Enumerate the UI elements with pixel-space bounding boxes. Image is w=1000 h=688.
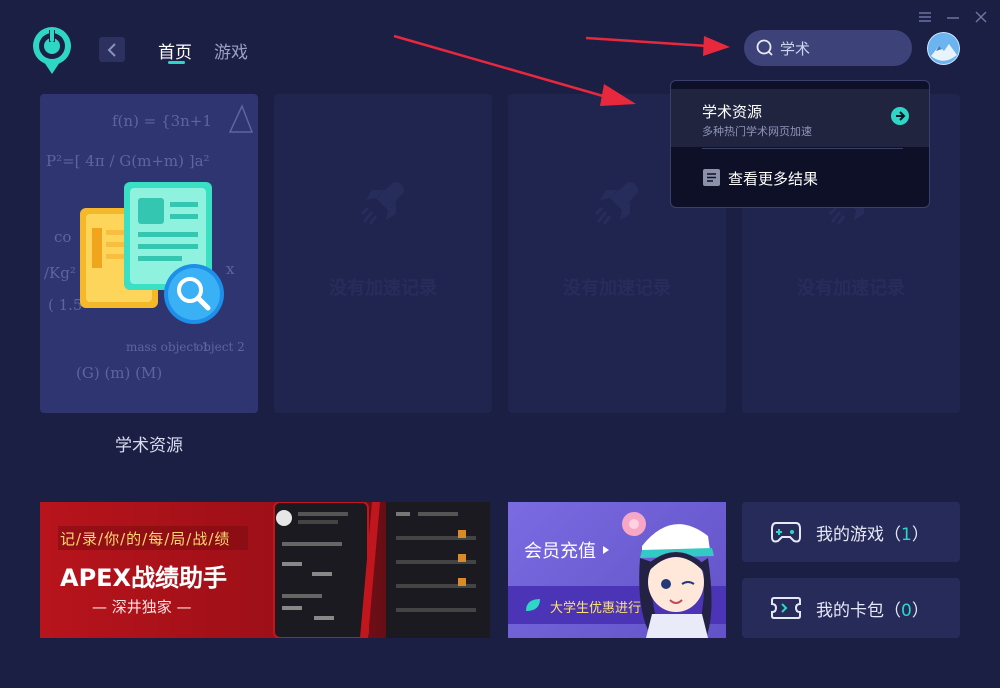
divider — [702, 148, 903, 149]
ticket-icon — [771, 597, 801, 619]
arrow-head-icon — [703, 36, 730, 56]
chalk-formula: f(n) = {3n+1 — [112, 112, 212, 130]
rocket-icon — [594, 182, 638, 225]
apex-subtitle: — 深井独家 — — [92, 598, 192, 616]
search-icon — [756, 39, 773, 56]
my-wallet-paren: ） — [911, 600, 929, 621]
back-button[interactable] — [99, 37, 125, 62]
vip-title: 会员充值 — [524, 541, 596, 562]
anime-character-illustration — [622, 512, 714, 638]
empty-record-text: 没有加速记录 — [329, 278, 437, 299]
my-games-paren: ） — [911, 524, 929, 545]
vip-recharge-banner[interactable]: 会员充值 大学生优惠进行中 — [508, 502, 726, 638]
app-logo — [30, 26, 74, 76]
my-wallet-button[interactable]: 我的卡包（0） — [742, 578, 960, 638]
phone-screens-illustration — [273, 502, 490, 638]
apex-banner[interactable]: 记/录/你/的/每/局/战/绩 APEX战绩助手 — 深井独家 — — [40, 502, 490, 638]
document-illustration-icon — [80, 182, 224, 324]
search-result-item[interactable]: 学术资源 多种热门学术网页加速 — [671, 89, 929, 147]
tab-home[interactable]: 首页 — [158, 38, 192, 63]
search-dropdown: 学术资源 多种热门学术网页加速 查看更多结果 — [670, 80, 930, 208]
caret-right-icon — [603, 546, 609, 554]
my-games-button[interactable]: 我的游戏（1） — [742, 502, 960, 562]
rocket-icon — [360, 182, 404, 225]
document-icon — [703, 169, 720, 186]
academic-resources-label: 学术资源 — [115, 436, 183, 456]
menu-icon[interactable] — [917, 9, 933, 25]
chalk-formula: object 2 — [196, 340, 245, 354]
my-games-count: 1 — [901, 524, 912, 545]
chalk-formula: (G) (m) (M) — [76, 364, 163, 382]
view-more-label: 查看更多结果 — [728, 170, 819, 188]
apex-title: APEX战绩助手 — [60, 564, 228, 592]
leaf-icon — [526, 599, 540, 611]
gamepad-icon — [771, 522, 801, 543]
chalk-formula: P²=[ 4π / G(m+m) ]a² — [46, 152, 210, 170]
tab-active-indicator — [168, 61, 185, 64]
tab-games[interactable]: 游戏 — [214, 38, 248, 63]
apex-tagline: 记/录/你/的/每/局/战/绩 — [60, 530, 231, 548]
search-value: 学术 — [780, 39, 811, 58]
search-result-title: 学术资源 — [702, 103, 763, 121]
empty-record-text: 没有加速记录 — [563, 278, 671, 299]
view-more-results[interactable]: 查看更多结果 — [671, 157, 929, 197]
close-icon[interactable] — [973, 9, 989, 25]
my-games-label: 我的游戏（ — [816, 524, 901, 545]
minimize-icon[interactable] — [945, 9, 961, 25]
avatar[interactable] — [927, 32, 960, 65]
arrow-right-icon — [891, 107, 909, 125]
search-input[interactable]: 学术 — [744, 30, 912, 66]
academic-resources-card[interactable]: f(n) = {3n+1 P²=[ 4π / G(m+m) ]a² co /Kg… — [40, 94, 258, 413]
chevron-left-icon — [107, 42, 116, 57]
my-wallet-count: 0 — [901, 600, 912, 621]
my-wallet-label: 我的卡包（ — [816, 600, 901, 621]
chalk-shape — [228, 104, 254, 133]
empty-record-text: 没有加速记录 — [797, 278, 905, 299]
chalk-formula: co — [54, 228, 72, 246]
search-result-subtitle: 多种热门学术网页加速 — [702, 125, 812, 138]
empty-record-card: 没有加速记录 — [274, 94, 492, 413]
chalk-formula: /Kg² — [44, 264, 76, 282]
